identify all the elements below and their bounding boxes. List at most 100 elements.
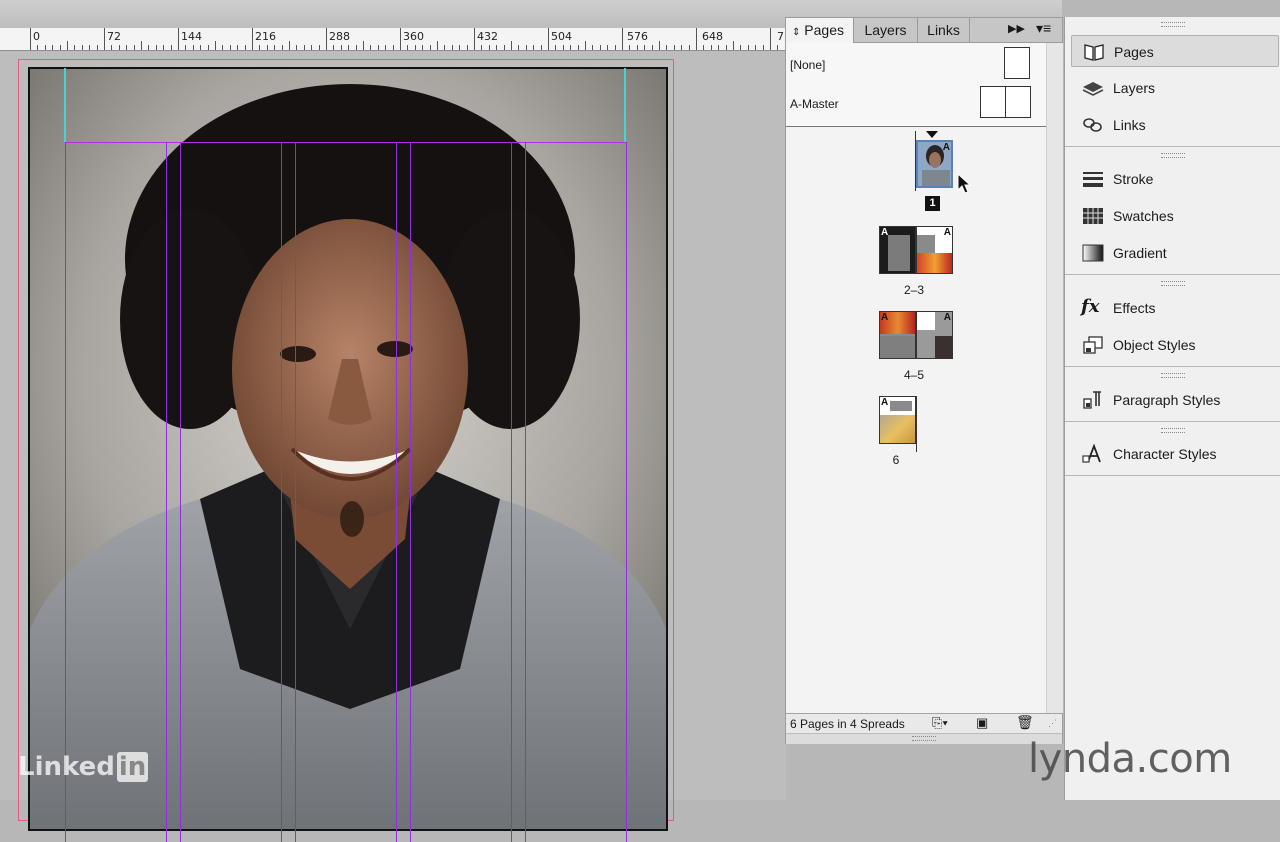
ruler-tick xyxy=(666,45,668,50)
ruler-tick xyxy=(311,45,313,50)
dock-item-label: Links xyxy=(1113,117,1146,133)
pages-summary: 6 Pages in 4 Spreads xyxy=(790,717,905,731)
dock-separator xyxy=(1065,274,1280,275)
dock-item-pages[interactable]: Pages xyxy=(1071,35,1279,67)
ruler-tick xyxy=(459,45,461,50)
document-page[interactable] xyxy=(28,67,668,831)
grip-handle[interactable] xyxy=(912,736,936,741)
column-guide xyxy=(624,68,626,142)
grip-handle[interactable] xyxy=(1161,22,1185,27)
ruler-tick xyxy=(244,45,246,50)
ruler-tick xyxy=(392,45,394,50)
ruler-tick xyxy=(104,28,105,50)
stroke-icon xyxy=(1083,172,1103,187)
column-guide xyxy=(511,142,512,842)
ruler-tick xyxy=(437,41,438,50)
dock-item-links[interactable]: Links xyxy=(1071,109,1279,141)
ruler-tick xyxy=(281,45,283,50)
ruler-tick xyxy=(414,45,416,50)
ruler-tick xyxy=(688,45,690,50)
pages-scrollbar[interactable] xyxy=(1046,43,1063,713)
ruler-tick xyxy=(673,45,675,50)
page-thumbnail-4[interactable]: A xyxy=(879,311,916,359)
ruler-tick xyxy=(340,45,342,50)
column-guide xyxy=(64,68,66,142)
tab-label: Links xyxy=(927,22,960,38)
delete-page-icon[interactable]: 🗑 xyxy=(1016,714,1034,731)
portrait-photo[interactable] xyxy=(30,69,666,829)
dock-item-character-styles[interactable]: Character Styles xyxy=(1071,438,1279,470)
master-a[interactable]: A-Master xyxy=(790,97,839,111)
ruler-tick xyxy=(59,45,61,50)
panel-bottom-grip xyxy=(786,733,1062,744)
pages-footer: 6 Pages in 4 Spreads ⎘▾ ▣ 🗑 ⋰ xyxy=(786,713,1062,734)
ruler-tick xyxy=(718,45,720,50)
tab-layers[interactable]: Layers xyxy=(854,18,918,42)
thumbnail-image xyxy=(935,336,952,358)
thumbnail-image xyxy=(917,235,935,255)
master-none[interactable]: [None] xyxy=(790,58,825,72)
new-page-icon[interactable]: ▣ xyxy=(976,715,988,731)
page-thumbnail-2[interactable]: A xyxy=(879,226,916,274)
ruler-label: 360 xyxy=(403,30,424,43)
ruler-tick xyxy=(400,28,401,50)
collapse-panel-icon[interactable]: ▶▶ xyxy=(1008,22,1025,35)
column-guide xyxy=(180,142,181,842)
grip-handle[interactable] xyxy=(1161,428,1185,433)
horizontal-ruler[interactable]: 0 72 144 216 288 360 432 504 576 648 7 xyxy=(0,28,786,51)
ruler-tick xyxy=(111,45,113,50)
panel-menu-icon[interactable]: ▾≡ xyxy=(1036,20,1051,37)
ruler-tick xyxy=(363,41,364,50)
ruler-tick xyxy=(385,45,387,50)
dock-item-label: Gradient xyxy=(1113,245,1167,261)
edit-page-size-icon[interactable]: ⎘▾ xyxy=(932,715,948,731)
ruler-tick xyxy=(133,45,135,50)
resize-grip-icon[interactable]: ⋰ xyxy=(1048,718,1057,729)
ruler-tick xyxy=(496,45,498,50)
master-none-thumbnail[interactable] xyxy=(1004,47,1030,79)
ruler-tick xyxy=(585,41,586,50)
pages-list[interactable]: A 1 A A 2–3 A A 4–5 A 6 xyxy=(786,128,1046,713)
ruler-tick xyxy=(577,45,579,50)
ruler-tick xyxy=(747,45,749,50)
grip-handle[interactable] xyxy=(1161,281,1185,286)
tab-pages[interactable]: ⇕ Pages xyxy=(786,18,854,43)
dock-item-label: Pages xyxy=(1114,44,1154,60)
master-applied-badge: A xyxy=(881,397,889,408)
master-a-right-thumbnail[interactable] xyxy=(1005,86,1031,118)
dock-item-stroke[interactable]: Stroke xyxy=(1071,163,1279,195)
grip-handle[interactable] xyxy=(1161,153,1185,158)
ruler-tick xyxy=(296,45,298,50)
grip-handle[interactable] xyxy=(1161,373,1185,378)
page-thumbnail-6[interactable]: A xyxy=(879,396,916,444)
ruler-label: 504 xyxy=(551,30,572,43)
ruler-tick xyxy=(266,45,268,50)
ruler-label: 576 xyxy=(627,30,648,43)
master-label: [None] xyxy=(790,58,826,72)
master-a-left-thumbnail[interactable] xyxy=(980,86,1006,118)
dock-item-swatches[interactable]: Swatches xyxy=(1071,200,1279,232)
ruler-tick xyxy=(407,45,409,50)
tab-links[interactable]: Links xyxy=(918,18,970,42)
thumbnail-image xyxy=(917,312,935,330)
page-thumbnail-3[interactable]: A xyxy=(916,226,953,274)
column-guide xyxy=(626,142,627,842)
ruler-label: 0 xyxy=(33,30,40,43)
ruler-tick xyxy=(377,45,379,50)
master-applied-badge: A xyxy=(943,312,951,323)
page-thumbnail-5[interactable]: A xyxy=(916,311,953,359)
dock-item-layers[interactable]: Layers xyxy=(1071,72,1279,104)
ruler-tick xyxy=(222,45,224,50)
page-thumbnail-1[interactable]: A xyxy=(916,140,953,188)
dock-item-object-styles[interactable]: Object Styles xyxy=(1071,329,1279,361)
dock-item-label: Layers xyxy=(1113,80,1156,96)
ruler-tick xyxy=(274,45,276,50)
dock-item-effects[interactable]: fx Effects xyxy=(1071,292,1279,324)
dock-item-gradient[interactable]: Gradient xyxy=(1071,237,1279,269)
ruler-tick xyxy=(207,45,209,50)
dock-item-paragraph-styles[interactable]: Paragraph Styles xyxy=(1071,384,1279,416)
ruler-tick xyxy=(333,45,335,50)
ruler-tick xyxy=(636,45,638,50)
dock-item-label: Swatches xyxy=(1113,208,1174,224)
spread-label: 2–3 xyxy=(903,283,925,297)
